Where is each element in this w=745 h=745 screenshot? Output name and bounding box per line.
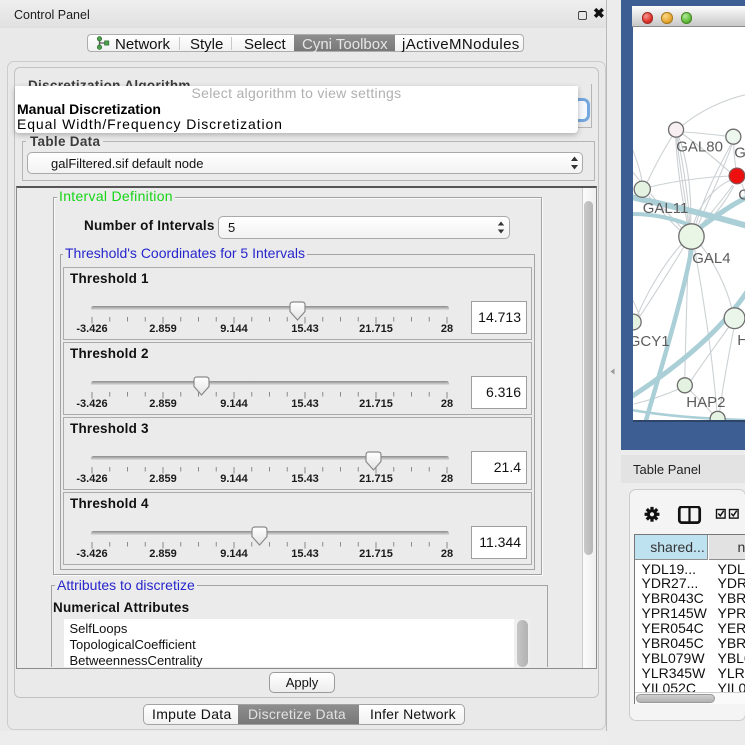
svg-text:HAP2: HAP2: [686, 394, 725, 411]
svg-text:GAL4: GAL4: [692, 250, 730, 267]
svg-text:H: H: [737, 332, 745, 349]
svg-text:GAL11: GAL11: [642, 200, 688, 217]
svg-text:GAL80: GAL80: [676, 139, 723, 156]
svg-text:GCY1: GCY1: [633, 333, 670, 350]
svg-text:GA: GA: [734, 145, 745, 162]
svg-text:C: C: [738, 187, 745, 204]
